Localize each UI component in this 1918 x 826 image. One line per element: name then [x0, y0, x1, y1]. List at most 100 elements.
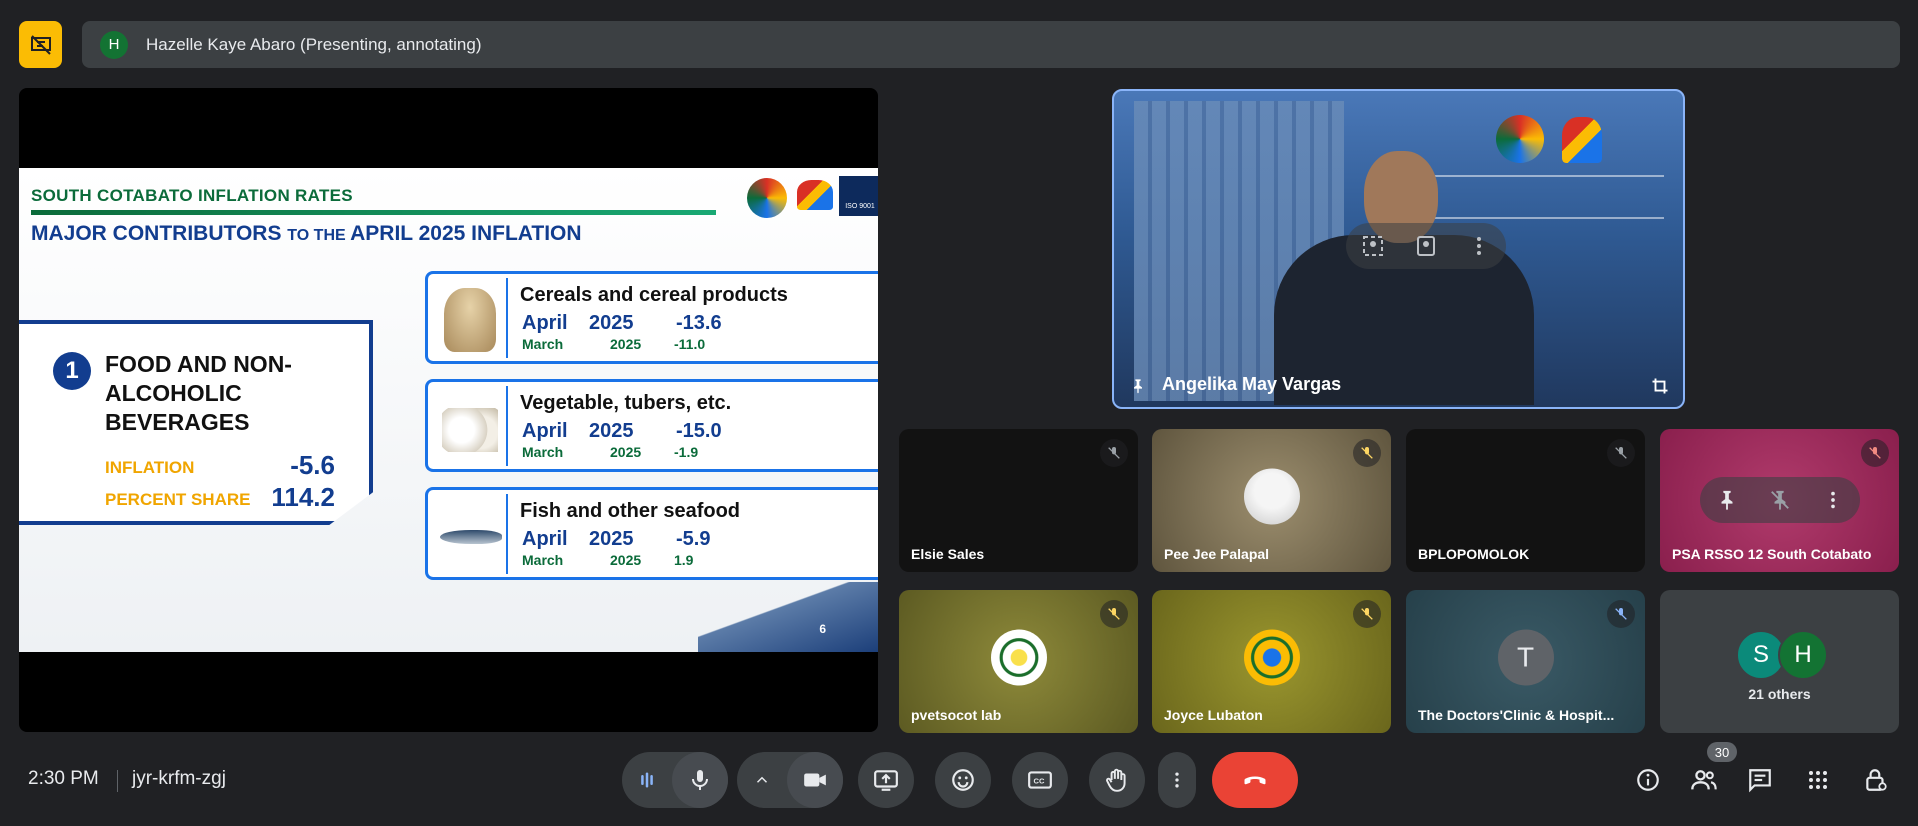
raise-hand-button[interactable] [1089, 752, 1145, 808]
mic-off-icon [1353, 600, 1381, 628]
more-options-button[interactable] [1158, 752, 1196, 808]
contributor-item: Cereals and cereal products April 2025 -13… [425, 271, 878, 364]
frame-person-icon[interactable] [1361, 234, 1385, 258]
phone-hangup-icon [1244, 776, 1266, 785]
others-tile[interactable]: S H 21 others [1660, 590, 1899, 733]
chat-button[interactable] [1742, 762, 1778, 798]
people-button[interactable] [1686, 762, 1722, 798]
fish-image [432, 494, 508, 574]
mic-off-icon [1353, 439, 1381, 467]
tile-hover-controls [1346, 223, 1506, 269]
audio-level-icon[interactable] [622, 770, 672, 790]
slide: SOUTH COTABATO INFLATION RATES MAJOR CON… [19, 168, 878, 652]
inflation-label: INFLATION [105, 458, 195, 477]
meeting-code: jyr-krfm-zgj [132, 768, 226, 789]
participant-tile[interactable]: PSA RSSO 12 South Cotabato [1660, 429, 1899, 572]
presentation-stage[interactable]: SOUTH COTABATO INFLATION RATES MAJOR CON… [19, 88, 878, 732]
bagong-pilipinas-logo [797, 180, 833, 210]
captions-button[interactable]: CC [1012, 752, 1068, 808]
others-count: 21 others [1748, 686, 1811, 702]
slide-corner-graphic [698, 582, 878, 652]
portrait-icon[interactable] [1414, 234, 1438, 258]
participant-name: The Doctors'Clinic & Hospit... [1418, 707, 1615, 723]
participant-tile[interactable]: Joyce Lubaton [1152, 590, 1391, 733]
participant-name: pvetsocot lab [911, 707, 1002, 723]
slide-title: SOUTH COTABATO INFLATION RATES [31, 186, 353, 205]
participant-tile[interactable]: T The Doctors'Clinic & Hospit... [1406, 590, 1645, 733]
participant-name: BPLOPOMOLOK [1418, 546, 1530, 562]
participant-tile[interactable]: Elsie Sales [899, 429, 1138, 572]
host-controls-button[interactable] [1858, 762, 1894, 798]
participant-name: Angelika May Vargas [1162, 374, 1342, 394]
present-screen-button[interactable] [858, 752, 914, 808]
presentation-bar: H Hazelle Kaye Abaro (Presenting, annota… [82, 21, 1900, 68]
participant-tile[interactable]: BPLOPOMOLOK [1406, 429, 1645, 572]
participant-name: Joyce Lubaton [1164, 707, 1263, 723]
meeting-details-button[interactable] [1630, 762, 1666, 798]
other-avatar: H [1778, 630, 1828, 680]
seal-logo [1562, 117, 1602, 163]
food-number: 1 [53, 352, 91, 390]
chat-icon [1749, 769, 1771, 793]
contributor-item: Vegetable, tubers, etc. April 2025 -15.0 M… [425, 379, 878, 472]
video-control-group [737, 752, 843, 808]
camera-button[interactable] [787, 752, 843, 808]
share-value: 114.2 [271, 482, 335, 512]
item-title: Cereals and cereal products [520, 284, 788, 306]
participant-avatar [1243, 468, 1300, 525]
inflation-value: -5.6 [290, 450, 335, 480]
captions-icon: CC [1028, 771, 1052, 789]
participant-video [1274, 151, 1534, 405]
food-card: 1 FOOD AND NON-ALCOHOLIC BEVERAGES INFLA… [19, 320, 373, 525]
clock: 2:30 PM [28, 768, 99, 789]
slide-subtitle: MAJOR CONTRIBUTORS TO THE APRIL 2025 INF… [31, 222, 582, 245]
microphone-button[interactable] [672, 752, 728, 808]
participant-avatar [1243, 629, 1300, 686]
hand-icon [1106, 768, 1126, 792]
reactions-button[interactable] [935, 752, 991, 808]
title-divider [31, 210, 716, 215]
pin-icon[interactable] [1716, 489, 1738, 511]
microphone-icon [692, 770, 708, 790]
item-april-row: April 2025 -15.0 [522, 420, 722, 442]
stop-presenting-button[interactable] [19, 21, 62, 68]
activities-button[interactable] [1800, 762, 1836, 798]
more-options-icon[interactable] [1822, 489, 1844, 511]
presenter-label: Hazelle Kaye Abaro (Presenting, annotati… [146, 34, 482, 54]
crop-icon[interactable] [1651, 377, 1669, 395]
participant-tile[interactable]: Pee Jee Palapal [1152, 429, 1391, 572]
featured-participant-tile[interactable]: Angelika May Vargas [1112, 89, 1685, 409]
info-icon [1637, 769, 1659, 791]
lock-person-icon [1866, 769, 1887, 791]
camera-icon [804, 773, 826, 787]
people-icon [1691, 770, 1717, 790]
pin-icon[interactable] [1130, 377, 1146, 395]
item-title: Fish and other seafood [520, 500, 741, 522]
participant-tile[interactable]: pvetsocot lab [899, 590, 1138, 733]
remove-from-view-icon[interactable] [1769, 489, 1791, 511]
slide-page-number: 6 [819, 622, 826, 636]
item-april-row: April 2025 -13.6 [522, 312, 722, 334]
food-name: FOOD AND NON-ALCOHOLIC BEVERAGES [105, 351, 292, 435]
more-vert-icon [1175, 772, 1179, 788]
divider [117, 770, 118, 792]
iso-logo: ISO 9001 [839, 176, 878, 216]
participant-avatar [990, 629, 1047, 686]
present-icon [874, 770, 898, 791]
psa-logo [747, 178, 787, 218]
garlic-image [432, 386, 508, 466]
mic-off-icon [1607, 600, 1635, 628]
presentation-off-icon [30, 34, 51, 55]
item-april-row: April 2025 -5.9 [522, 528, 711, 550]
participant-name: PSA RSSO 12 South Cotabato [1672, 546, 1872, 562]
item-march-row: March 2025 -1.9 [522, 444, 699, 460]
share-label: PERCENT SHARE [105, 490, 251, 509]
mic-off-icon [1100, 600, 1128, 628]
more-options-icon[interactable] [1467, 234, 1491, 258]
video-options-chevron[interactable] [737, 771, 787, 789]
participant-initial-avatar: T [1497, 629, 1554, 686]
leave-call-button[interactable] [1212, 752, 1298, 808]
svg-text:CC: CC [1034, 776, 1045, 785]
item-title: Vegetable, tubers, etc. [520, 392, 732, 414]
participant-name: Elsie Sales [911, 546, 985, 562]
